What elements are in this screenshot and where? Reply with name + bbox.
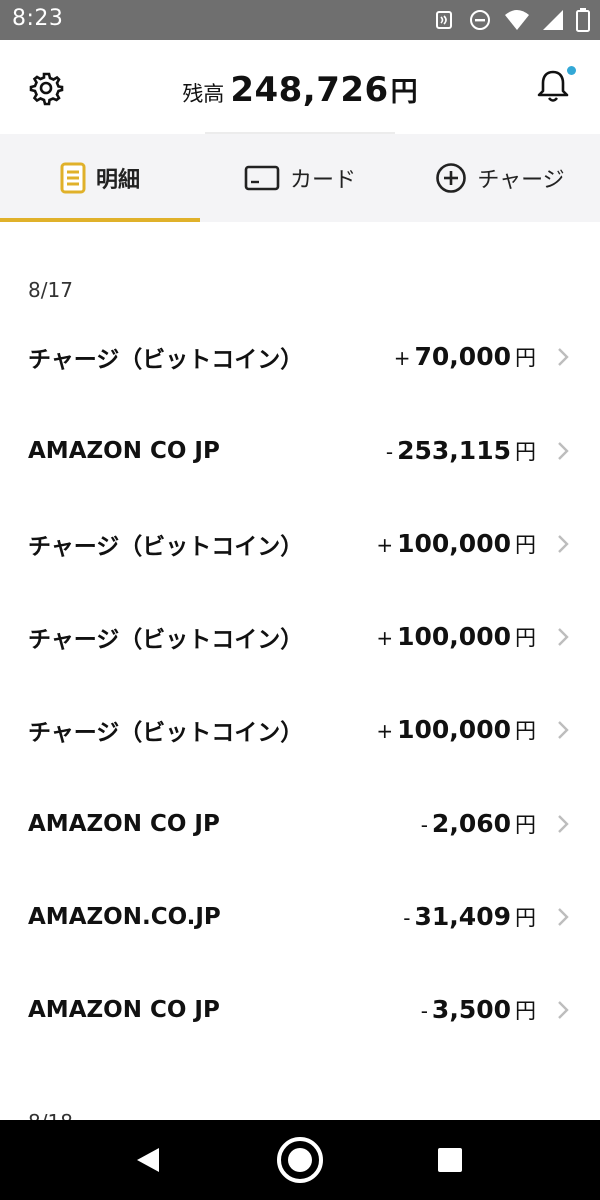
chevron-right-icon: [558, 535, 569, 553]
transaction-unit: 円: [515, 999, 536, 1023]
transaction-sign: +: [376, 533, 394, 557]
battery-icon: [576, 8, 590, 32]
transaction-name: チャージ（ビットコイン）: [28, 627, 304, 653]
transaction-amount: + 100,000 円: [376, 715, 536, 745]
transaction-name: AMAZON CO JP: [28, 997, 220, 1023]
back-icon[interactable]: [135, 1146, 161, 1178]
plus-circle-icon: [435, 162, 467, 194]
transaction-sign: +: [376, 626, 394, 650]
transaction-unit: 円: [515, 906, 536, 930]
chevron-right-icon: [558, 1001, 569, 1019]
balance-amount: 248,726: [230, 70, 389, 110]
transaction-row[interactable]: チャージ（ビットコイン） + 70,000 円: [0, 310, 600, 404]
notification-bell-icon[interactable]: [536, 66, 576, 106]
balance-display: 残高 248,726 円: [0, 70, 600, 110]
status-icons: [432, 6, 590, 34]
notification-dot: [567, 66, 576, 75]
transaction-row[interactable]: AMAZON CO JP - 253,115 円: [0, 404, 600, 498]
signal-icon: [542, 9, 564, 31]
tab-statement-label: 明細: [95, 168, 140, 193]
recent-apps-icon[interactable]: [438, 1148, 462, 1172]
transaction-unit: 円: [515, 440, 536, 464]
tab-charge-label: チャージ: [477, 168, 565, 193]
transaction-unit: 円: [515, 533, 536, 557]
transaction-value: 100,000: [397, 622, 511, 651]
statement-icon: [60, 162, 86, 194]
transaction-row[interactable]: AMAZON.CO.JP - 31,409 円: [0, 870, 600, 964]
chevron-right-icon: [558, 908, 569, 926]
transaction-unit: 円: [515, 626, 536, 650]
chevron-right-icon: [558, 628, 569, 646]
transaction-value: 253,115: [397, 436, 511, 465]
transaction-sign: -: [420, 999, 428, 1023]
transaction-row[interactable]: チャージ（ビットコイン） + 100,000 円: [0, 497, 600, 591]
do-not-disturb-icon: [468, 8, 492, 32]
transaction-amount: - 3,500 円: [421, 995, 536, 1025]
transaction-sign: -: [403, 906, 411, 930]
tab-charge[interactable]: チャージ: [400, 134, 600, 222]
transaction-sign: -: [385, 440, 394, 464]
wifi-icon: [504, 9, 530, 31]
transaction-name: チャージ（ビットコイン）: [28, 720, 304, 746]
status-bar: 8:23: [0, 0, 600, 40]
transaction-sign: -: [420, 813, 428, 837]
transaction-name: AMAZON CO JP: [28, 811, 220, 837]
balance-unit: 円: [390, 77, 418, 108]
card-icon: [244, 165, 280, 191]
transaction-amount: - 2,060 円: [421, 809, 536, 839]
transaction-unit: 円: [515, 719, 536, 743]
transaction-row[interactable]: チャージ（ビットコイン） + 100,000 円: [0, 683, 600, 777]
transaction-row[interactable]: チャージ（ビットコイン） + 100,000 円: [0, 590, 600, 684]
transaction-amount: + 70,000 円: [394, 342, 536, 372]
transaction-name: AMAZON.CO.JP: [28, 904, 221, 930]
transaction-name: チャージ（ビットコイン）: [28, 347, 304, 373]
transaction-value: 2,060: [431, 809, 511, 838]
transaction-name: チャージ（ビットコイン）: [28, 534, 304, 560]
transaction-name: AMAZON CO JP: [28, 438, 220, 464]
app-header: 残高 248,726 円: [0, 40, 600, 132]
transaction-value: 100,000: [397, 715, 511, 744]
tab-card-label: カード: [289, 168, 356, 193]
transaction-amount: + 100,000 円: [376, 622, 536, 652]
tab-bar: 明細 カード チャージ: [0, 134, 600, 222]
chevron-right-icon: [558, 442, 569, 460]
status-time: 8:23: [12, 6, 64, 31]
tab-statement[interactable]: 明細: [0, 134, 200, 222]
transaction-amount: - 31,409 円: [403, 902, 536, 932]
transaction-value: 31,409: [414, 902, 511, 931]
chevron-right-icon: [558, 815, 569, 833]
transaction-value: 70,000: [414, 342, 511, 371]
transaction-row[interactable]: AMAZON CO JP - 3,500 円: [0, 963, 600, 1057]
chevron-right-icon: [558, 348, 569, 366]
transaction-amount: - 253,115 円: [386, 436, 536, 466]
chevron-right-icon: [558, 721, 569, 739]
date-header-partial: 8/18: [28, 1110, 73, 1120]
transaction-unit: 円: [515, 346, 536, 370]
transaction-value: 100,000: [397, 529, 511, 558]
transaction-amount: + 100,000 円: [376, 529, 536, 559]
transaction-row[interactable]: AMAZON CO JP - 2,060 円: [0, 777, 600, 871]
transaction-unit: 円: [515, 813, 536, 837]
date-header: 8/17: [28, 278, 73, 302]
tab-card[interactable]: カード: [200, 134, 400, 222]
home-icon[interactable]: [276, 1136, 324, 1188]
balance-label: 残高: [182, 82, 225, 106]
transaction-sign: +: [376, 719, 394, 743]
nfc-icon: [432, 8, 456, 32]
transaction-value: 3,500: [431, 995, 511, 1024]
system-navigation-bar: [0, 1120, 600, 1200]
transaction-sign: +: [393, 346, 411, 370]
